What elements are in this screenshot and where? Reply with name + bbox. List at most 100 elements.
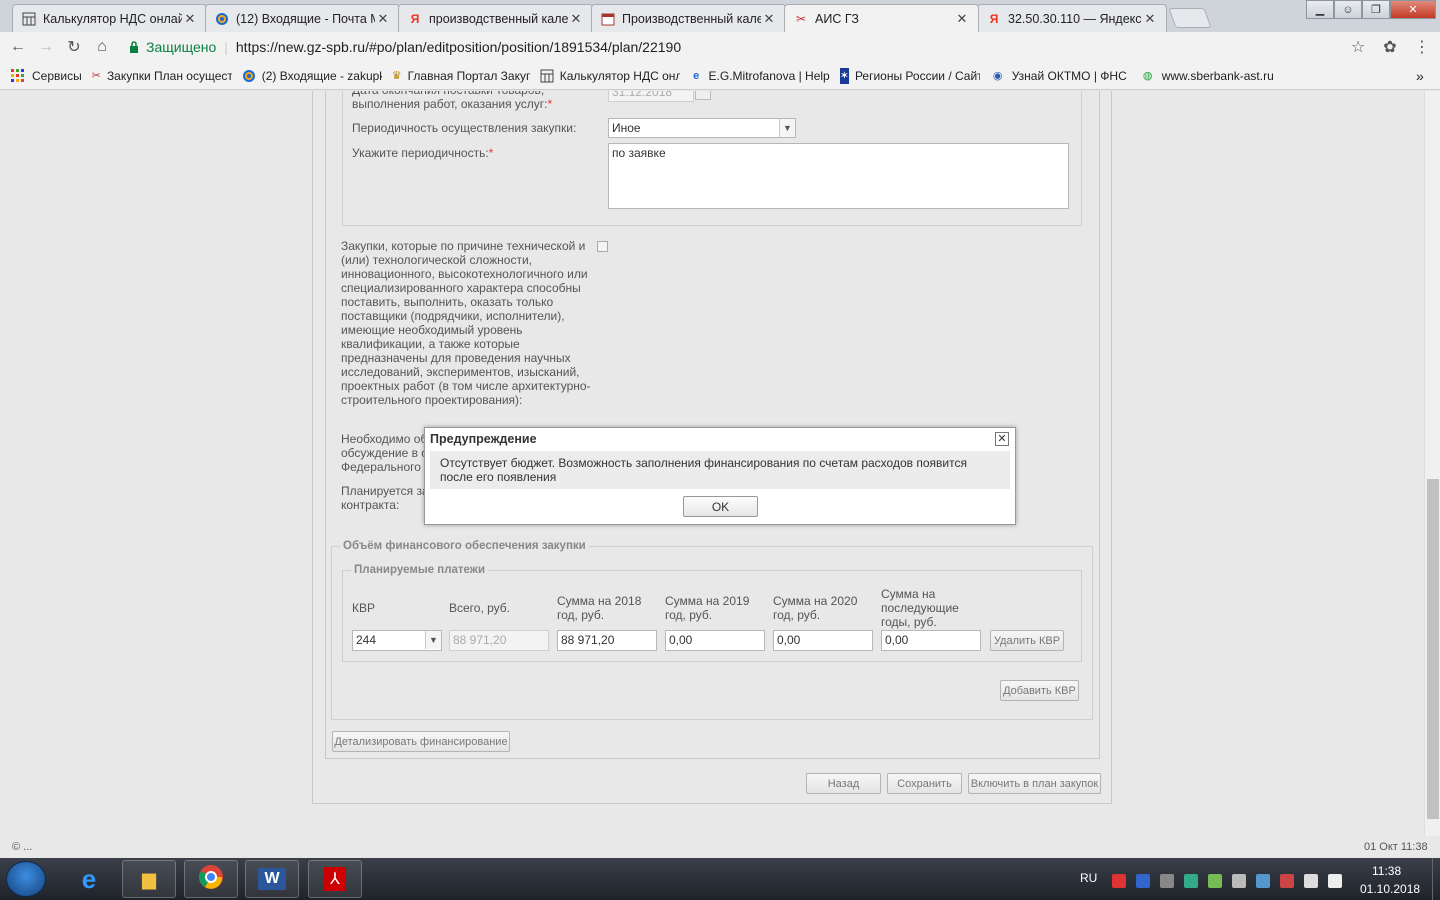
bookmark-zakupki-plan[interactable]: ✂Закупки План осуществления [92,68,232,84]
network-icon[interactable] [1304,874,1318,888]
bookmark-services[interactable]: Сервисы [10,68,82,84]
address-bar[interactable]: Защищено | https://new.gz-spb.ru/#po/pla… [120,35,1370,59]
end-date-field[interactable]: 31.12.2018 [608,91,694,102]
page-scrollbar[interactable] [1424,91,1440,836]
mail-icon [214,11,230,27]
browser-toolbar: ← → ↻ ⌂ Защищено | https://new.gz-spb.ru… [0,32,1440,62]
taskbar-word[interactable]: W [245,860,299,898]
clock-time[interactable]: 11:38 [1372,864,1401,878]
bookmark-sberbank-ast[interactable]: ◍ www.sberbank-ast.ru [1140,68,1274,84]
close-tab-icon[interactable]: ✕ [182,11,198,27]
tools-icon: ✂ [795,11,807,26]
tools-icon: ✂ [91,70,101,82]
new-tab-button[interactable] [1168,8,1212,28]
back-button[interactable]: ← [8,37,28,57]
back-form-button[interactable]: Назад [806,773,881,794]
tray-app-icon[interactable] [1160,874,1174,888]
clock-date[interactable]: 01.10.2018 [1360,882,1420,896]
bookmark-mitrofanova-help[interactable]: e E.G.Mitrofanova | Help [690,68,830,84]
dialog-close-button[interactable]: ✕ [995,432,1009,446]
warning-dialog: Предупреждение ✕ Отсутствует бюджет. Воз… [424,427,1016,525]
extension-button[interactable]: ✿ [1380,37,1400,57]
tray-app-icon[interactable] [1232,874,1246,888]
language-indicator[interactable]: RU [1080,871,1097,885]
folder-icon: ▆ [142,868,156,889]
sum-later-field[interactable]: 0,00 [881,630,981,651]
window-close-button[interactable]: ✕ [1390,0,1436,19]
ie-icon: e [693,69,700,82]
tab-production-calendar[interactable]: Производственный календарь ✕ [591,4,786,32]
dialog-ok-button[interactable]: OK [683,496,758,517]
close-tab-icon[interactable]: ✕ [761,11,777,27]
payments-legend: Планируемые платежи [351,564,489,576]
dialog-message: Отсутствует бюджет. Возможность заполнен… [430,451,1010,489]
add-kvr-button[interactable]: Добавить КВР [1000,680,1079,701]
windows-taskbar: e ▆ W ⅄ RU 11:38 01.10.2018 [0,858,1440,900]
volume-muted-icon[interactable] [1328,874,1342,888]
close-tab-icon[interactable]: ✕ [375,11,391,27]
calendar-icon [600,11,616,27]
more-bookmarks-button[interactable]: » [1416,68,1424,84]
tab-mail-inbox[interactable]: (12) Входящие - Почта Mail.ru ✕ [205,4,400,32]
save-button[interactable]: Сохранить [887,773,962,794]
secure-label: Защищено [146,39,217,55]
maximize-button[interactable]: ❐ [1362,0,1390,19]
tab-nds-calculator[interactable]: Калькулятор НДС онлайн ✕ [12,4,207,32]
show-desktop-button[interactable] [1432,858,1440,900]
double-chevron-icon: » [1416,67,1424,84]
sum-2019-field[interactable]: 0,00 [665,630,765,651]
column-2018: Сумма на 2018 год, руб. [557,594,642,622]
taskbar-ie[interactable]: e [62,860,116,898]
tray-app-icon[interactable] [1112,874,1126,888]
reload-button[interactable]: ↻ [64,37,84,57]
specify-periodicity-label: Укажите периодичность:* [352,146,494,160]
home-button[interactable]: ⌂ [92,37,112,57]
close-tab-icon[interactable]: ✕ [954,11,970,27]
tray-app-icon[interactable] [1256,874,1270,888]
bookmark-star-button[interactable]: ☆ [1348,37,1368,57]
start-button[interactable] [6,861,46,897]
delete-kvr-button[interactable]: Удалить КВР [990,630,1064,651]
sum-2018-field[interactable]: 88 971,20 [557,630,657,651]
tray-app-icon[interactable] [1184,874,1198,888]
taskbar-explorer[interactable]: ▆ [122,860,176,898]
bookmark-portal-zakupok[interactable]: ♛Главная Портал Закупок [392,68,530,84]
complex-procurement-label: Закупки, которые по причине технической … [341,239,591,407]
detail-financing-button[interactable]: Детализировать финансирование [332,731,510,752]
bookmark-nds-calculator[interactable]: Калькулятор НДС онлайн [540,68,680,84]
kvr-select[interactable]: 244 ▼ [352,630,442,651]
bookmark-oktmo-fns[interactable]: ◉ Узнай ОКТМО | ФНС [990,68,1130,84]
tab-ais-gz[interactable]: ✂ АИС ГЗ ✕ [784,4,979,32]
apps-icon [10,68,26,84]
taskbar-chrome[interactable] [184,860,238,898]
periodicity-select[interactable]: Иное ▼ [608,118,796,138]
arrow-left-icon: ← [10,38,26,55]
close-tab-icon[interactable]: ✕ [568,11,584,27]
minimize-button[interactable]: ▁ [1306,0,1334,19]
menu-button[interactable]: ⋮ [1412,37,1432,57]
complex-procurement-checkbox[interactable] [597,241,608,252]
close-tab-icon[interactable]: ✕ [1142,11,1158,27]
tab-yandex-calendar-search[interactable]: Я производственный календарь ✕ [398,4,593,32]
tray-app-icon[interactable] [1136,874,1150,888]
acrobat-icon: ⅄ [324,867,346,891]
include-in-plan-button[interactable]: Включить в план закупок [968,773,1101,794]
column-2020: Сумма на 2020 год, руб. [773,594,858,622]
home-icon: ⌂ [97,38,107,55]
sum-2020-field[interactable]: 0,00 [773,630,873,651]
tray-app-icon[interactable] [1208,874,1222,888]
user-icon: ☺ [1342,3,1354,16]
scrollbar-thumb[interactable] [1427,479,1439,819]
taskbar-acrobat[interactable]: ⅄ [308,860,362,898]
user-profile-button[interactable]: ☺ [1334,0,1362,19]
url-text[interactable]: https://new.gz-spb.ru/#po/plan/editposit… [236,39,681,55]
bookmark-mail-zakupki[interactable]: (2) Входящие - zakupki [242,68,382,84]
periodicity-textarea[interactable]: по заявке [608,143,1069,209]
page-footer: © ... 01 Окт 11:38 [0,836,1440,858]
tab-yandex-search[interactable]: Я 32.50.30.110 — Яндекс: нашлось ✕ [977,4,1167,32]
close-icon: ✕ [997,433,1007,445]
tray-app-icon[interactable] [1280,874,1294,888]
forward-button[interactable]: → [36,37,56,57]
bookmark-regions-russia[interactable]: ✶ Регионы России / Сайты [839,67,980,84]
calendar-picker-icon[interactable] [695,91,711,100]
